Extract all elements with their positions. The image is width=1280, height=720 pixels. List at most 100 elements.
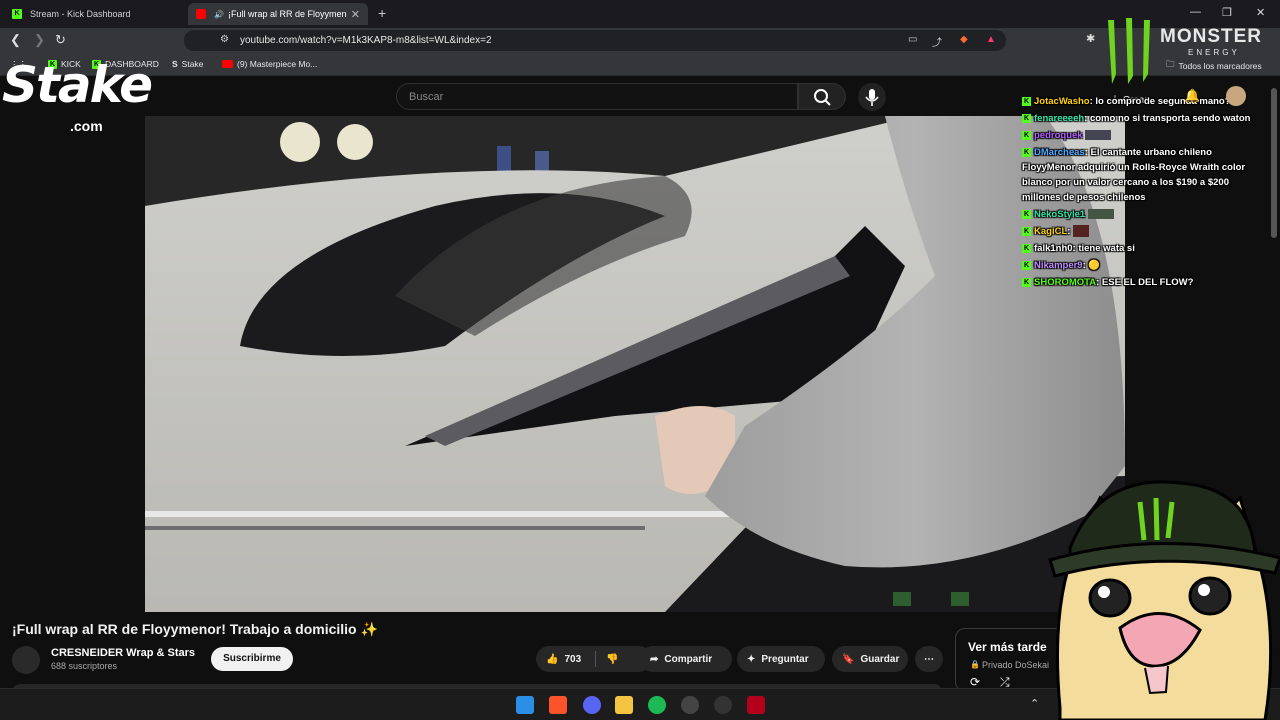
chat-overlay: K JotacWasho: lo compro de segunda mano? … bbox=[1022, 94, 1262, 292]
like-button[interactable]: 👍 703 bbox=[536, 654, 581, 665]
chat-username: Nikamper9 bbox=[1034, 260, 1083, 271]
obs-icon[interactable] bbox=[714, 696, 732, 714]
more-icon: ⋯ bbox=[924, 653, 934, 665]
notifications-icon[interactable]: 🔔 bbox=[1184, 88, 1200, 104]
address-bar[interactable]: ⚙ youtube.com/watch?v=M1k3KAP8-m8&list=W… bbox=[184, 30, 1006, 51]
ask-button[interactable]: ✦ Preguntar bbox=[737, 646, 825, 672]
chat-username: DMarcheas bbox=[1034, 147, 1085, 158]
more-actions-button[interactable]: ⋯ bbox=[915, 646, 943, 672]
close-tab-icon[interactable]: ✕ bbox=[351, 8, 360, 21]
site-info-icon[interactable]: ⚙ bbox=[220, 34, 229, 45]
kick-icon: K bbox=[1022, 147, 1031, 157]
speaker-icon: 🔊 bbox=[214, 9, 224, 19]
video-frame bbox=[145, 116, 1125, 612]
youtube-icon bbox=[196, 9, 206, 19]
new-tab-button[interactable]: + bbox=[378, 5, 386, 21]
youtube-icon bbox=[222, 60, 233, 68]
ask-label: Preguntar bbox=[761, 653, 809, 665]
bookmark-youtube[interactable]: (9) Masterpiece Mo... bbox=[222, 59, 317, 69]
back-icon[interactable]: ❮ bbox=[10, 32, 21, 48]
chat-username: KagiCL bbox=[1034, 226, 1068, 237]
kick-icon: K bbox=[1022, 130, 1031, 140]
emote-icon bbox=[1085, 130, 1112, 141]
extensions-icon[interactable]: ✱ bbox=[1086, 32, 1095, 45]
bookmarks-bar: ⋮⋮ K KICK K DASHBOARD S Stake (9) Masterpie… bbox=[0, 54, 1280, 76]
kick-icon: K bbox=[1022, 260, 1031, 270]
like-count: 703 bbox=[564, 653, 582, 665]
chat-message: K NekoStyle1 bbox=[1022, 207, 1262, 222]
chat-message: K Nikamper9: 🟡 bbox=[1022, 258, 1262, 273]
chat-username: fenareeeeh bbox=[1034, 113, 1085, 124]
search-input[interactable]: Buscar bbox=[396, 83, 798, 110]
stake-logo: Stake .com bbox=[2, 56, 177, 136]
save-button[interactable]: 🔖 Guardar bbox=[832, 646, 908, 672]
channel-avatar[interactable] bbox=[12, 646, 40, 674]
lock-icon: 🔒 bbox=[970, 660, 980, 669]
tab-youtube-video[interactable]: 🔊 ¡Full wrap al RR de Floyymenor ✕ bbox=[188, 3, 368, 25]
voice-search-button[interactable] bbox=[858, 83, 886, 111]
page-scrollbar[interactable] bbox=[1271, 88, 1277, 238]
url-text[interactable]: youtube.com/watch?v=M1k3KAP8-m8&list=WL&… bbox=[240, 35, 492, 46]
steam-icon[interactable] bbox=[681, 696, 699, 714]
divider bbox=[595, 651, 597, 667]
screen: K Stream - Kick Dashboard 🔊 ¡Full wrap a… bbox=[0, 0, 1280, 720]
brave-rewards-icon[interactable]: ▲ bbox=[986, 34, 996, 45]
kick-icon: K bbox=[1022, 226, 1031, 236]
stake-domain: .com bbox=[70, 118, 103, 134]
chat-text: : como no si transporta sendo waton bbox=[1084, 113, 1251, 124]
playlist-title[interactable]: Ver más tarde bbox=[968, 640, 1047, 654]
brave-shield-icon[interactable]: ◆ bbox=[960, 34, 968, 45]
discord-icon[interactable] bbox=[583, 696, 601, 714]
subscriber-count: 688 suscriptores bbox=[51, 661, 118, 671]
chat-message: K DMarcheas: El cantante urbano chileno F… bbox=[1022, 145, 1262, 205]
chat-message: K KagiCL: bbox=[1022, 224, 1262, 239]
emote-icon: 🟡 bbox=[1088, 260, 1101, 271]
emote-icon bbox=[1087, 209, 1114, 220]
chat-message: Kpedroquek bbox=[1022, 128, 1262, 143]
share-button[interactable]: ➦ Compartir bbox=[640, 646, 732, 672]
kick-icon: K bbox=[1022, 113, 1031, 123]
mic-icon bbox=[865, 89, 879, 106]
video-title: ¡Full wrap al RR de Floyymenor! Trabajo … bbox=[12, 621, 378, 637]
tab-title: Stream - Kick Dashboard bbox=[30, 9, 131, 19]
monster-subtitle: ENERGY bbox=[1188, 48, 1240, 57]
dislike-button[interactable]: 👎 bbox=[606, 654, 618, 665]
browser-toolbar: ❮ ❯ ↻ 🔖 ⚙ youtube.com/watch?v=M1k3KAP8-m… bbox=[0, 28, 1280, 54]
bookmark-label: Stake bbox=[181, 59, 204, 69]
monster-wordmark: MONSTER bbox=[1160, 26, 1262, 47]
loop-icon[interactable]: ⟳ bbox=[970, 675, 980, 689]
chat-username: pedroquek bbox=[1034, 130, 1083, 141]
tab-title: ¡Full wrap al RR de Floyymenor bbox=[227, 9, 347, 19]
like-dislike-group: 👍 703 👎 bbox=[536, 646, 652, 672]
reload-icon[interactable]: ↻ bbox=[55, 32, 66, 48]
save-icon: 🔖 bbox=[842, 653, 855, 665]
brave-browser-icon[interactable] bbox=[549, 696, 567, 714]
search-icon bbox=[814, 89, 831, 106]
cat-mascot-overlay bbox=[1040, 478, 1280, 720]
chat-text: : tiene wata si bbox=[1072, 243, 1135, 254]
subscribe-button[interactable]: Suscribirme bbox=[211, 647, 293, 671]
search-button[interactable] bbox=[798, 83, 846, 110]
tab-kick-dashboard[interactable]: K Stream - Kick Dashboard bbox=[4, 3, 184, 25]
video-player[interactable] bbox=[145, 116, 1125, 612]
chat-username: falk1nh0 bbox=[1034, 243, 1073, 254]
chat-username: SHOROMOTA bbox=[1034, 277, 1097, 288]
app-icon[interactable] bbox=[747, 696, 765, 714]
chat-message: K SHOROMOTA: ESE EL DEL FLOW? bbox=[1022, 275, 1262, 290]
browser-tabbar: K Stream - Kick Dashboard 🔊 ¡Full wrap a… bbox=[0, 0, 1280, 28]
channel-name[interactable]: CRESNEIDER Wrap & Stars bbox=[51, 647, 195, 659]
spotify-icon[interactable] bbox=[648, 696, 666, 714]
file-explorer-icon[interactable] bbox=[615, 696, 633, 714]
tray-chevron-icon[interactable]: ⌃ bbox=[1030, 697, 1039, 710]
chat-message: Kfalk1nh0: tiene wata si bbox=[1022, 241, 1262, 256]
forward-icon[interactable]: ❯ bbox=[34, 32, 45, 48]
windows-start-icon[interactable] bbox=[516, 696, 534, 714]
chat-text: : bbox=[1067, 226, 1071, 237]
emote-icon bbox=[1073, 225, 1090, 238]
cast-icon[interactable]: ▭ bbox=[908, 34, 917, 45]
kick-icon: K bbox=[12, 9, 22, 19]
account-avatar[interactable] bbox=[1226, 86, 1246, 106]
share-icon[interactable]: ⤴ bbox=[932, 34, 942, 49]
chat-text: : lo compro de segunda mano? bbox=[1089, 96, 1231, 107]
thumbs-down-icon: 👎 bbox=[606, 653, 619, 665]
